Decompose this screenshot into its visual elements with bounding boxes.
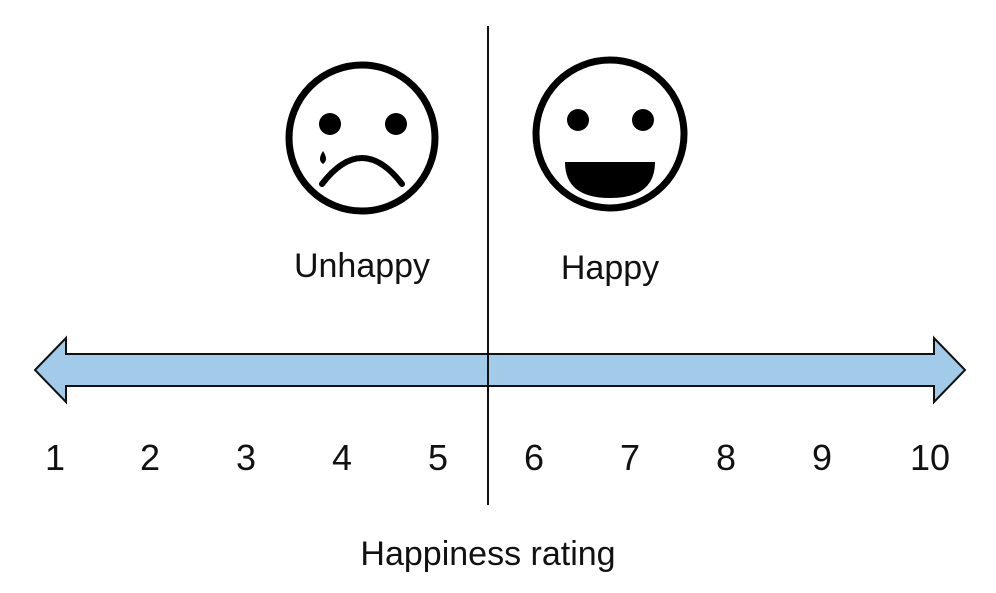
scale-tick-2: 2	[139, 437, 161, 478]
unhappy-label: Unhappy	[293, 247, 431, 285]
scale-tick-6: 6	[523, 437, 545, 478]
scale-tick-9: 9	[811, 437, 833, 478]
scale-tick-1: 1	[44, 437, 66, 478]
scale-tick-4: 4	[331, 437, 353, 478]
sad-face-icon	[285, 61, 439, 215]
double-arrow	[33, 335, 967, 405]
happy-label: Happy	[560, 249, 660, 287]
happiness-scale-diagram	[33, 26, 967, 505]
scale-tick-8: 8	[715, 437, 737, 478]
happy-face-icon	[532, 56, 688, 212]
scale-tick-7: 7	[619, 437, 641, 478]
scale-tick-5: 5	[427, 437, 449, 478]
axis-title: Happiness rating	[360, 535, 616, 573]
scale-tick-3: 3	[235, 437, 257, 478]
scale-tick-10: 10	[909, 437, 951, 478]
